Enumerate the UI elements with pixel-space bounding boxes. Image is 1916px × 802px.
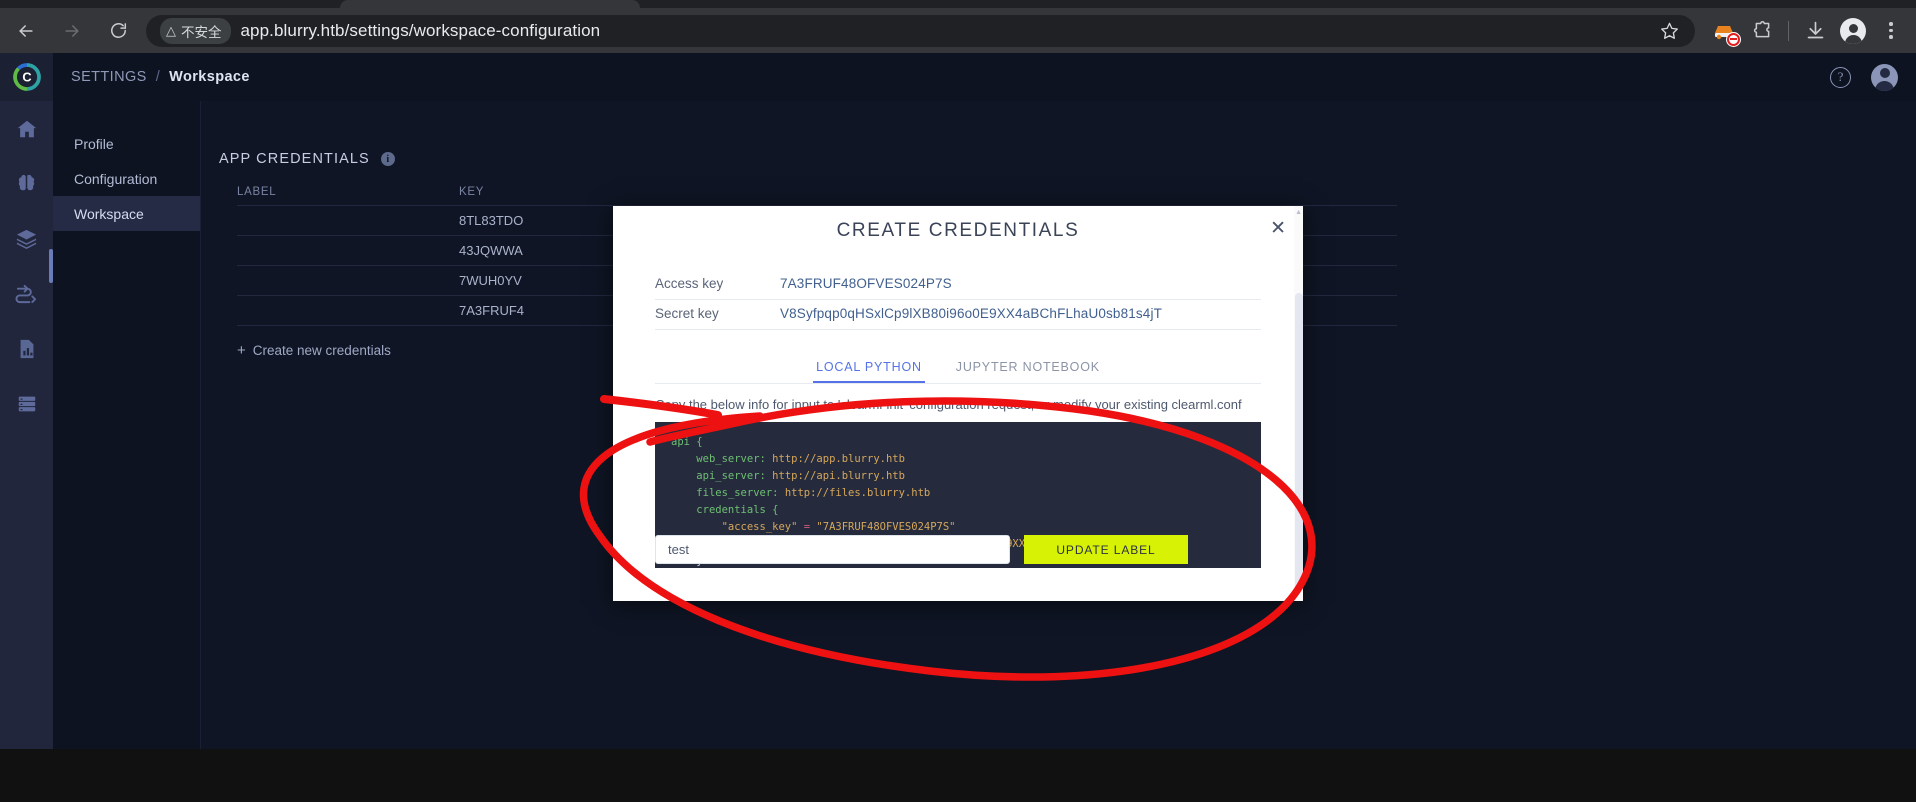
code-line-3-val: http://api.blurry.htb	[772, 470, 905, 482]
settings-nav-label: Profile	[74, 135, 114, 152]
app-credentials-header: APP CREDENTIALS i	[219, 151, 1916, 167]
code-line-4-val: http://files.blurry.htb	[784, 487, 931, 499]
modal-title: CREATE CREDENTIALS	[836, 220, 1080, 241]
app-header: SETTINGS / Workspace ?	[53, 53, 1916, 101]
clearml-app: C SETTINGS / Workspace ? Profile Configu…	[0, 53, 1916, 749]
header-actions: ?	[1830, 63, 1898, 91]
cell-label	[237, 295, 459, 326]
forward-button[interactable]	[52, 11, 92, 51]
extension-blocked-button[interactable]	[1705, 12, 1743, 50]
tab-local-python[interactable]: LOCAL PYTHON	[813, 356, 925, 383]
server-rack-icon	[18, 396, 35, 411]
browser-chrome: △ 不安全 app.blurry.htb/settings/workspace-…	[0, 0, 1916, 53]
cell-label	[237, 205, 459, 236]
code-line-1: api {	[671, 436, 703, 448]
cell-label	[237, 235, 459, 266]
breadcrumb-workspace: Workspace	[169, 69, 250, 85]
sidebar-item-experiments[interactable]	[0, 156, 53, 211]
three-dot-menu-icon	[1889, 22, 1893, 39]
forward-arrow-icon	[65, 24, 79, 37]
sidebar-item-pipelines[interactable]	[0, 266, 53, 321]
extensions-button[interactable]	[1743, 12, 1781, 50]
clearml-logo-icon: C	[12, 63, 41, 91]
info-icon[interactable]: i	[380, 152, 395, 166]
downloads-button[interactable]	[1796, 12, 1834, 50]
settings-nav-item-configuration[interactable]: Configuration	[53, 161, 200, 196]
address-bar[interactable]: △ 不安全 app.blurry.htb/settings/workspace-…	[146, 14, 1695, 47]
clearml-logo[interactable]: C	[0, 53, 53, 101]
secret-key-row: Secret key V8Syfpqp0qHSxlCp9lXB80i96o0E9…	[655, 300, 1261, 330]
security-status-chip[interactable]: △ 不安全	[160, 17, 231, 44]
security-status-text: 不安全	[181, 24, 222, 41]
cell-label	[237, 265, 459, 296]
browser-tabstrip	[0, 0, 1916, 8]
code-line-3-key: api_server:	[696, 470, 766, 482]
pipeline-icon	[15, 284, 37, 304]
tab-jupyter-notebook[interactable]: JUPYTER NOTEBOOK	[953, 356, 1103, 383]
settings-nav-item-profile[interactable]: Profile	[53, 126, 200, 161]
code-line-2-key: web_server:	[696, 453, 766, 465]
access-key-value[interactable]: 7A3FRUF48OFVES024P7S	[780, 276, 952, 291]
code-line-4-key: files_server:	[696, 487, 779, 499]
reload-button[interactable]	[98, 11, 138, 51]
label-input[interactable]	[655, 535, 1010, 564]
user-avatar-icon[interactable]	[1871, 63, 1898, 91]
sidebar-item-home[interactable]	[0, 101, 53, 156]
download-icon	[1807, 21, 1823, 39]
help-circle-icon[interactable]: ?	[1830, 66, 1851, 88]
table-header-row: LABEL KEY	[237, 186, 1397, 206]
modal-scrollbar-thumb[interactable]	[1294, 293, 1303, 591]
secret-key-value[interactable]: V8Syfpqp0qHSxlCp9lXB80i96o0E9XX4aBChFLha…	[780, 306, 1162, 321]
url-text: app.blurry.htb/settings/workspace-config…	[240, 20, 601, 40]
settings-nav-label: Configuration	[74, 170, 158, 187]
toolbar-divider	[1788, 20, 1789, 41]
reload-icon	[110, 23, 126, 38]
bookmark-button[interactable]	[1643, 15, 1695, 47]
close-x-icon[interactable]: ✕	[1270, 219, 1286, 238]
app-rail-sidebar: C	[0, 53, 53, 749]
modal-scrollbar[interactable]: ▲	[1294, 206, 1303, 601]
page-title: APP CREDENTIALS	[219, 151, 370, 167]
brain-icon	[18, 174, 35, 191]
secret-key-label: Secret key	[655, 306, 719, 321]
sidebar-item-datasets[interactable]	[0, 211, 53, 266]
breadcrumb: SETTINGS / Workspace	[71, 69, 250, 85]
sidebar-item-resources[interactable]	[0, 376, 53, 431]
modal-tabs: LOCAL PYTHON JUPYTER NOTEBOOK	[655, 356, 1261, 384]
chrome-menu-button[interactable]	[1872, 12, 1910, 50]
settings-nav-item-workspace[interactable]: Workspace	[53, 196, 200, 231]
access-key-label: Access key	[655, 276, 724, 291]
code-line-2-val: http://app.blurry.htb	[772, 453, 905, 465]
extensions-puzzle-icon	[1753, 21, 1769, 38]
create-credentials-modal: CREATE CREDENTIALS ✕ Access key 7A3FRUF4…	[613, 206, 1303, 601]
report-chart-icon	[20, 339, 33, 358]
warning-triangle-icon: △	[166, 23, 176, 38]
back-button[interactable]	[6, 11, 46, 51]
column-header-label: LABEL	[237, 186, 459, 206]
back-arrow-icon	[19, 24, 33, 37]
settings-nav: Profile Configuration Workspace	[53, 101, 201, 749]
update-label-button[interactable]: UPDATE LABEL	[1024, 535, 1188, 564]
layers-icon	[16, 229, 37, 249]
create-new-credentials-label: Create new credentials	[252, 343, 391, 358]
plus-icon: +	[237, 342, 246, 359]
breadcrumb-separator: /	[155, 69, 161, 85]
settings-nav-label: Workspace	[74, 205, 144, 222]
scroll-up-arrow-icon[interactable]: ▲	[1295, 209, 1302, 216]
browser-tab-active[interactable]	[340, 0, 640, 8]
home-icon	[17, 120, 36, 137]
star-icon	[1660, 22, 1678, 39]
browser-toolbar: △ 不安全 app.blurry.htb/settings/workspace-…	[0, 8, 1916, 53]
modal-footer: UPDATE LABEL	[613, 515, 1303, 601]
sidebar-item-reports[interactable]	[0, 321, 53, 376]
column-header-key: KEY	[459, 186, 1397, 206]
copy-description: Copy the below info for input to 'clearm…	[655, 397, 1242, 412]
blocked-badge-icon	[1726, 31, 1741, 47]
access-key-row: Access key 7A3FRUF48OFVES024P7S	[655, 270, 1261, 300]
breadcrumb-settings[interactable]: SETTINGS	[71, 69, 147, 85]
svg-text:C: C	[22, 70, 31, 85]
chrome-profile-button[interactable]	[1834, 12, 1872, 50]
chrome-profile-icon	[1840, 17, 1866, 44]
